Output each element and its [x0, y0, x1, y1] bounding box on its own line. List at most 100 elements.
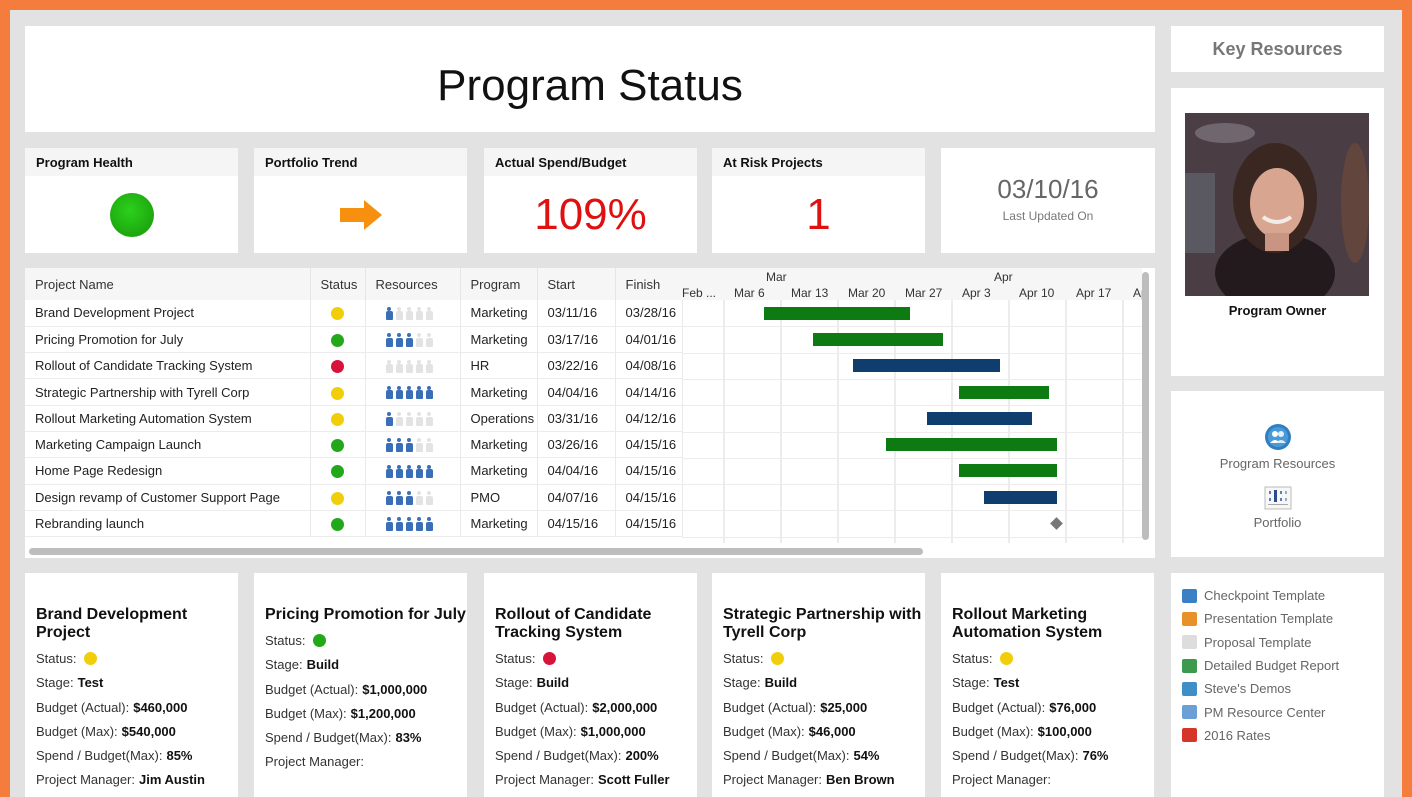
table-row[interactable]: Rebranding launch Marketing 04/15/16 04/15/… [25, 510, 683, 538]
document-link[interactable]: Checkpoint Template [1182, 584, 1384, 607]
card-budget-max-row: Budget (Max): $100,000 [952, 723, 1154, 747]
program-resources-link[interactable]: Program Resources [1171, 423, 1384, 471]
resource-person-icon [415, 464, 423, 479]
project-name-cell[interactable]: Rebranding launch [25, 510, 311, 538]
gantt-bar[interactable] [763, 306, 911, 320]
gantt-week-label: Mar 20 [848, 286, 886, 300]
gantt-bar[interactable] [959, 464, 1057, 478]
table-row[interactable]: Strategic Partnership with Tyrell Corp Ma… [25, 378, 683, 406]
gantt-gridline [1122, 300, 1124, 543]
card-spend-ratio-value: 200% [625, 748, 659, 764]
card-label: Stage: [952, 675, 990, 691]
project-name-cell[interactable]: Marketing Campaign Launch [25, 431, 311, 459]
column-header-finish[interactable]: Finish [615, 268, 683, 300]
document-link[interactable]: Detailed Budget Report [1182, 654, 1384, 677]
page-title: Program Status [437, 61, 743, 110]
status-red-icon [331, 360, 344, 374]
finish-date-cell: 04/15/16 [615, 484, 683, 511]
status-cell [310, 431, 366, 459]
table-row[interactable]: Home Page Redesign Marketing 04/04/16 04/15… [25, 457, 683, 485]
card-label: Status: [723, 651, 764, 666]
table-row[interactable]: Rollout Marketing Automation System Opera… [25, 405, 683, 432]
card-budget-max-row: Budget (Max): $1,000,000 [495, 723, 697, 747]
table-row[interactable]: Brand Development Project Marketing 03/11/… [25, 300, 683, 327]
gantt-bar[interactable] [885, 438, 1057, 452]
column-header-start[interactable]: Start [537, 268, 616, 300]
column-header-program[interactable]: Program [460, 268, 538, 300]
project-card[interactable]: Brand Development Project Status: Stage: T… [25, 573, 238, 797]
resource-person-icon [405, 412, 413, 426]
column-header-project-name[interactable]: Project Name [25, 268, 311, 300]
resource-person-icon [425, 438, 433, 452]
project-card[interactable]: Strategic Partnership with Tyrell Corp St… [712, 573, 925, 797]
card-budget-max-value: $46,000 [808, 723, 856, 739]
table-row[interactable]: Marketing Campaign Launch Marketing 03/26/… [25, 431, 683, 459]
program-cell: Marketing [460, 300, 538, 327]
program-owner-photo[interactable] [1185, 113, 1369, 296]
resources-cell [365, 510, 461, 538]
document-link[interactable]: Steve's Demos [1182, 677, 1384, 700]
project-card[interactable]: Rollout Marketing Automation System Statu… [941, 573, 1154, 797]
project-name-cell[interactable]: Pricing Promotion for July [25, 326, 311, 354]
card-label: Project Manager: [723, 772, 822, 788]
vertical-scrollbar[interactable] [1142, 272, 1149, 540]
document-link[interactable]: Proposal Template [1182, 631, 1384, 654]
gantt-week-label: Feb ... [682, 286, 717, 300]
table-row[interactable]: Rollout of Candidate Tracking System HR 03… [25, 352, 683, 380]
resource-links-panel: Program Resources Portfolio [1171, 391, 1384, 557]
document-label: Presentation Template [1204, 611, 1334, 627]
project-card[interactable]: Pricing Promotion for July Status: Stage:… [254, 573, 467, 797]
gantt-week-label: Apr 17 [1076, 286, 1112, 300]
card-label: Status: [265, 633, 306, 648]
card-budget-max-value: $100,000 [1037, 723, 1092, 739]
card-status-row: Status: [952, 650, 1154, 674]
card-stage-value: Test [993, 675, 1020, 691]
finish-date-cell: 04/08/16 [615, 352, 683, 380]
resource-person-icon [385, 306, 393, 321]
resource-person-icon [395, 438, 403, 452]
resources-cell [365, 300, 461, 327]
card-stage-row: Stage: Build [265, 656, 467, 680]
card-title: Brand Development Project [36, 606, 188, 641]
portfolio-icon [1264, 486, 1291, 510]
card-stage-value: Build [764, 675, 798, 691]
gantt-bar[interactable] [812, 332, 943, 346]
project-name-cell[interactable]: Rollout Marketing Automation System [25, 405, 311, 432]
card-budget-actual-value: $1,000,000 [362, 681, 428, 697]
card-label: Spend / Budget(Max): [495, 748, 622, 764]
gantt-bar[interactable] [959, 385, 1049, 399]
health-status-icon [109, 192, 154, 237]
table-row[interactable]: Design revamp of Customer Support Page PM… [25, 484, 683, 511]
resource-person-icon [425, 333, 433, 347]
project-name-cell[interactable]: Home Page Redesign [25, 457, 311, 485]
gantt-row-line [682, 457, 1142, 459]
column-header-status[interactable]: Status [310, 268, 366, 300]
document-link[interactable]: Presentation Template [1182, 607, 1384, 630]
project-name-cell[interactable]: Rollout of Candidate Tracking System [25, 352, 311, 380]
status-yellow-icon [84, 651, 98, 665]
gantt-bar[interactable] [853, 359, 1000, 373]
project-name-cell[interactable]: Brand Development Project [25, 300, 311, 327]
finish-date-cell: 04/15/16 [615, 510, 683, 538]
start-date-cell: 04/07/16 [537, 484, 616, 511]
gantt-milestone[interactable] [1050, 517, 1064, 530]
start-date-cell: 03/22/16 [537, 352, 616, 380]
document-link[interactable]: 2016 Rates [1182, 724, 1384, 747]
resource-person-icon [385, 491, 393, 505]
card-budget-max-row: Budget (Max): $1,200,000 [265, 705, 467, 729]
column-header-resources[interactable]: Resources [365, 268, 461, 300]
gantt-bar[interactable] [983, 490, 1057, 504]
horizontal-scrollbar[interactable] [29, 548, 923, 555]
resource-person-icon [395, 333, 403, 347]
card-label: Status: [36, 651, 77, 666]
project-card[interactable]: Rollout of Candidate Tracking System Stat… [484, 573, 697, 797]
gantt-row-line [682, 510, 1142, 512]
table-row[interactable]: Pricing Promotion for July Marketing 03/17… [25, 326, 683, 354]
gantt-chart: Feb ... Mar 6 Mar 13 Mar 20 Mar 27 Apr 3 Apr 1… [682, 268, 1148, 543]
gantt-bar[interactable] [926, 411, 1033, 425]
portfolio-link[interactable]: Portfolio [1171, 486, 1384, 530]
project-name-cell[interactable]: Strategic Partnership with Tyrell Corp [25, 378, 311, 406]
document-link[interactable]: PM Resource Center [1182, 700, 1384, 723]
project-name-cell[interactable]: Design revamp of Customer Support Page [25, 484, 311, 511]
gantt-row-line [682, 326, 1142, 328]
